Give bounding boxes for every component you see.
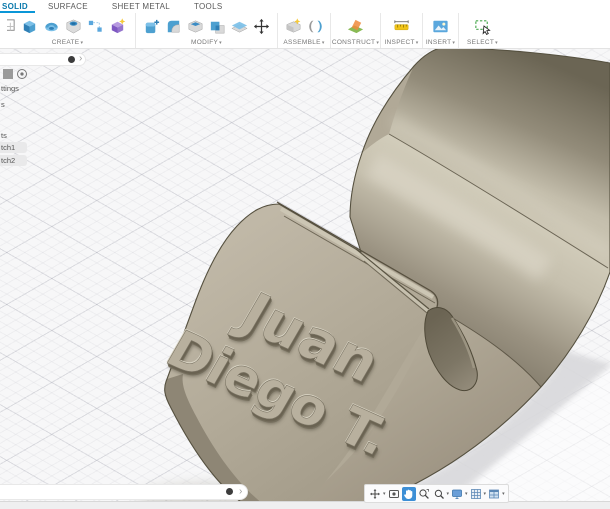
group-modify: MODIFY ▾ bbox=[136, 13, 278, 48]
joint-icon[interactable] bbox=[305, 16, 325, 36]
browser-item-sketch2[interactable]: tch2 bbox=[1, 156, 15, 165]
zoom-window-icon[interactable] bbox=[417, 487, 431, 501]
new-component-icon[interactable] bbox=[283, 16, 303, 36]
viewports-icon[interactable] bbox=[487, 487, 501, 501]
dropdown-caret-icon[interactable]: ▾ bbox=[447, 491, 450, 497]
view-navigation-bar: ▾ ▾ ▾ ▾ ▾ bbox=[364, 484, 509, 503]
window-edge-strip bbox=[0, 501, 610, 509]
group-select: SELECT ▾ bbox=[459, 13, 506, 48]
dropdown-caret-icon: ▾ bbox=[376, 40, 380, 46]
dropdown-caret-icon[interactable]: ▾ bbox=[465, 491, 468, 497]
grid-snaps-icon[interactable] bbox=[469, 487, 483, 501]
pattern-icon[interactable] bbox=[86, 16, 106, 36]
move-icon[interactable] bbox=[252, 16, 272, 36]
browser-item-sketch1[interactable]: tch1 bbox=[1, 143, 15, 152]
browser-item-sketches[interactable]: ts bbox=[1, 131, 7, 140]
browser-collapse-chevron-icon[interactable]: › bbox=[79, 54, 82, 64]
timeline-expand-chevron-icon[interactable]: › bbox=[239, 487, 242, 497]
ribbon-toolbar: SOLID SURFACE SHEET METAL TOOLS CREATE ▾… bbox=[0, 0, 610, 49]
hole-icon[interactable] bbox=[64, 16, 84, 36]
fillet-icon[interactable] bbox=[164, 16, 184, 36]
dropdown-caret-icon[interactable]: ▾ bbox=[484, 491, 487, 497]
sketch-icon[interactable] bbox=[6, 16, 18, 36]
group-construct: CONSTRUCT ▾ bbox=[331, 13, 381, 48]
assemble-label[interactable]: ASSEMBLE ▾ bbox=[283, 39, 324, 47]
browser-item-document-settings[interactable]: ttings bbox=[1, 84, 19, 93]
form-icon[interactable] bbox=[108, 16, 128, 36]
insert-image-icon[interactable] bbox=[431, 16, 451, 36]
group-assemble: ASSEMBLE ▾ bbox=[278, 13, 331, 48]
tab-surface[interactable]: SURFACE bbox=[42, 2, 94, 11]
group-inspect: INSPECT ▾ bbox=[381, 13, 423, 48]
extrude-icon[interactable] bbox=[20, 16, 40, 36]
tab-tools[interactable]: TOOLS bbox=[188, 2, 228, 11]
pan-icon[interactable] bbox=[401, 486, 416, 501]
construct-label[interactable]: CONSTRUCT ▾ bbox=[332, 39, 379, 47]
fusion360-window: Juan Diego T. SOLID SURFACE SHEET METAL … bbox=[0, 0, 610, 509]
orbit-icon[interactable] bbox=[368, 487, 382, 501]
look-at-icon[interactable] bbox=[387, 487, 401, 501]
create-label[interactable]: CREATE ▾ bbox=[52, 39, 84, 47]
workspace-tabs: SOLID SURFACE SHEET METAL TOOLS bbox=[0, 0, 610, 13]
dropdown-caret-icon: ▾ bbox=[219, 40, 222, 46]
dropdown-caret-icon: ▾ bbox=[415, 40, 419, 46]
dropdown-caret-icon: ▾ bbox=[321, 40, 325, 46]
shell-icon[interactable] bbox=[186, 16, 206, 36]
dropdown-caret-icon: ▾ bbox=[80, 40, 84, 46]
offset-face-icon[interactable] bbox=[230, 16, 250, 36]
inspect-label[interactable]: INSPECT ▾ bbox=[384, 39, 418, 47]
timeline-dot-icon bbox=[226, 488, 233, 495]
dropdown-caret-icon: ▾ bbox=[452, 40, 456, 46]
insert-label[interactable]: INSERT ▾ bbox=[426, 39, 455, 47]
revolve-icon[interactable] bbox=[42, 16, 62, 36]
fit-icon[interactable] bbox=[432, 487, 446, 501]
active-tab-underline bbox=[0, 11, 35, 13]
combine-icon[interactable] bbox=[208, 16, 228, 36]
browser-item-named-views[interactable]: s bbox=[1, 100, 5, 109]
modify-label[interactable]: MODIFY ▾ bbox=[191, 39, 222, 47]
dropdown-caret-icon: ▾ bbox=[495, 40, 498, 46]
browser-visibility-icon[interactable] bbox=[16, 67, 28, 85]
group-create: CREATE ▾ bbox=[0, 13, 136, 48]
group-insert: INSERT ▾ bbox=[423, 13, 459, 48]
viewport-canvas[interactable] bbox=[0, 48, 610, 509]
tab-solid[interactable]: SOLID bbox=[0, 2, 34, 11]
dropdown-caret-icon[interactable]: ▾ bbox=[383, 491, 386, 497]
timeline-bar[interactable] bbox=[0, 484, 248, 500]
tab-sheet-metal[interactable]: SHEET METAL bbox=[106, 2, 176, 11]
display-settings-icon[interactable] bbox=[450, 487, 464, 501]
browser-swatch-icon[interactable] bbox=[3, 69, 13, 79]
select-label[interactable]: SELECT ▾ bbox=[467, 39, 498, 47]
plane-icon[interactable] bbox=[346, 16, 366, 36]
browser-dot-icon bbox=[68, 56, 75, 63]
press-pull-icon[interactable] bbox=[142, 16, 162, 36]
select-box-icon[interactable] bbox=[473, 16, 493, 36]
ribbon-groups: CREATE ▾ MODIFY ▾ ASSEMBLE ▾ CONSTRUCT ▾… bbox=[0, 13, 610, 48]
dropdown-caret-icon[interactable]: ▾ bbox=[502, 491, 505, 497]
measure-icon[interactable] bbox=[392, 16, 412, 36]
